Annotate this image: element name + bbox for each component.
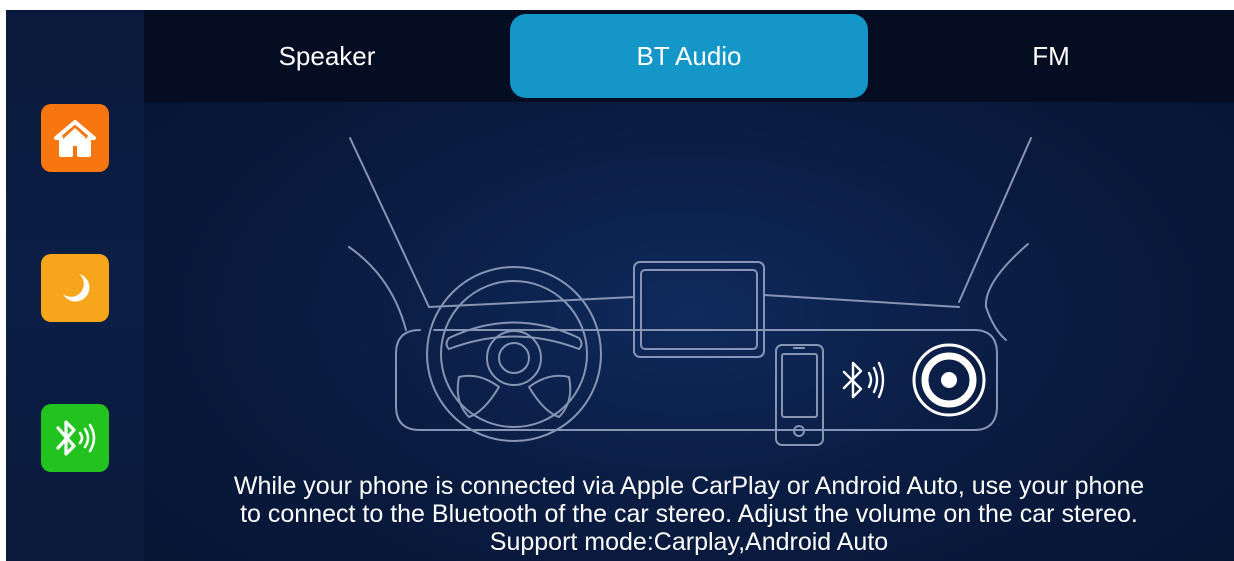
bluetooth-signal-icon	[842, 361, 885, 399]
car-dashboard-illustration	[348, 137, 1032, 446]
description-line-1: While your phone is connected via Apple …	[233, 472, 1145, 500]
tab-speaker[interactable]: Speaker	[148, 14, 506, 98]
moon-icon	[63, 274, 90, 302]
night-mode-button[interactable]	[41, 254, 109, 322]
description-text: While your phone is connected via Apple …	[144, 472, 1234, 556]
bluetooth-button[interactable]	[41, 404, 109, 472]
speaker-icon	[912, 343, 986, 417]
home-button[interactable]	[41, 104, 109, 172]
description-line-2: to connect to the Bluetooth of the car s…	[240, 500, 1138, 528]
bluetooth-icon	[56, 420, 96, 456]
home-icon	[54, 120, 96, 157]
tab-bar: Speaker BT Audio FM	[144, 10, 1234, 102]
tab-bt-audio[interactable]: BT Audio	[510, 14, 868, 98]
sidebar	[6, 10, 144, 561]
app-screen: Speaker BT Audio FM While your phone is …	[6, 10, 1234, 561]
description-line-3: Support mode:Carplay,Android Auto	[489, 528, 889, 556]
main-panel: Speaker BT Audio FM While your phone is …	[144, 10, 1234, 561]
tab-fm[interactable]: FM	[872, 14, 1230, 98]
